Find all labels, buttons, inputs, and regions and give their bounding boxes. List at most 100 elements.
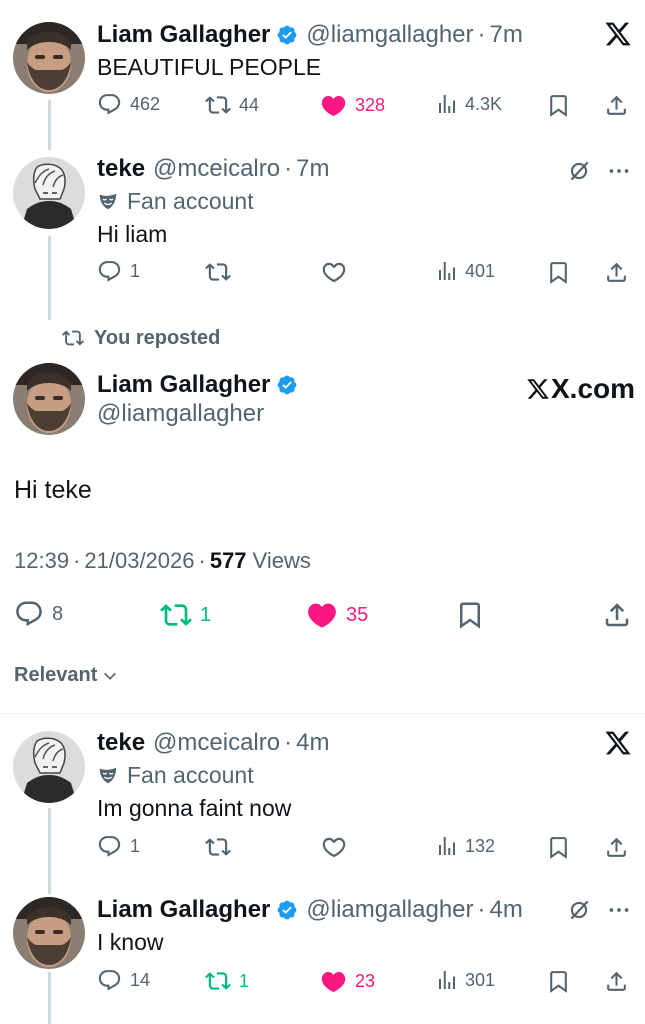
repost-button[interactable]: 1 — [205, 968, 249, 994]
tweet-text: Hi liam — [97, 221, 168, 247]
avatar[interactable] — [13, 22, 85, 94]
fan-account-text: Fan account — [127, 188, 254, 214]
tweet-header: Liam Gallagher @liamgallagher · 7m — [97, 20, 523, 50]
timestamp[interactable]: 7m — [490, 21, 523, 49]
bookmark-icon[interactable] — [546, 969, 571, 994]
repost-button[interactable] — [205, 259, 231, 285]
avatar[interactable] — [13, 157, 85, 229]
heart-filled-icon — [320, 92, 347, 119]
x-logo-icon[interactable] — [604, 729, 632, 757]
reply-button[interactable]: 14 — [97, 968, 150, 993]
tweet-header: teke @mceicalro · 7m — [97, 154, 329, 184]
avatar[interactable] — [13, 897, 85, 969]
handle[interactable]: @liamgallagher — [306, 21, 473, 49]
like-button[interactable]: 35 — [306, 599, 368, 631]
handle[interactable]: @liamgallagher — [306, 896, 473, 924]
views-icon — [435, 834, 459, 858]
reply-count: 462 — [130, 94, 161, 114]
avatar[interactable] — [13, 363, 85, 435]
more-icon[interactable] — [606, 897, 632, 923]
timestamp[interactable]: 4m — [490, 896, 523, 924]
separator-dot: · — [284, 729, 293, 756]
tweet-header: Liam Gallagher @liamgallagher · 4m — [97, 895, 523, 925]
heart-filled-icon — [306, 599, 338, 631]
share-icon[interactable] — [602, 600, 632, 630]
repost-icon — [205, 834, 231, 860]
thread-line — [48, 236, 51, 320]
handle[interactable]: @liamgallagher — [97, 400, 264, 428]
sort-dropdown[interactable]: Relevant — [14, 664, 118, 687]
views-icon — [435, 259, 459, 283]
reply-button[interactable]: 1 — [97, 834, 140, 859]
avatar[interactable] — [13, 731, 85, 803]
views-count: 301 — [465, 969, 496, 990]
repost-banner-text: You reposted — [94, 326, 221, 349]
views-button[interactable]: 132 — [435, 834, 495, 858]
repost-count: 1 — [200, 603, 212, 626]
thread-line — [48, 808, 51, 894]
bookmark-icon[interactable] — [546, 93, 571, 118]
views-button[interactable]: 401 — [435, 259, 495, 283]
display-name[interactable]: Liam Gallagher — [97, 896, 270, 924]
like-count: 328 — [355, 95, 386, 115]
grok-icon[interactable] — [566, 897, 592, 923]
separator-dot: · — [198, 548, 206, 573]
x-logo-icon[interactable] — [604, 20, 632, 48]
tweet-text: I know — [97, 929, 164, 955]
handle[interactable]: @mceicalro — [153, 155, 280, 183]
reply-button[interactable]: 8 — [14, 599, 63, 629]
verified-badge-icon — [276, 899, 298, 921]
mask-icon — [97, 191, 119, 213]
views-count: 4.3K — [465, 93, 503, 114]
like-button[interactable] — [321, 259, 347, 285]
repost-icon — [205, 968, 231, 994]
like-button[interactable]: 23 — [320, 968, 375, 995]
x-logo-icon — [526, 377, 550, 401]
views-button[interactable]: 4.3K — [435, 92, 502, 116]
tweet-text: Im gonna faint now — [97, 795, 292, 821]
share-icon[interactable] — [604, 969, 629, 994]
mask-icon — [97, 765, 119, 787]
tweet-time[interactable]: 12:39 — [14, 548, 69, 574]
timestamp[interactable]: 4m — [296, 729, 329, 757]
share-icon[interactable] — [604, 835, 629, 860]
timestamp[interactable]: 7m — [296, 155, 329, 183]
handle[interactable]: @mceicalro — [153, 729, 280, 757]
reply-icon — [97, 259, 122, 284]
repost-icon — [205, 259, 231, 285]
reply-icon — [97, 834, 122, 859]
reply-button[interactable]: 1 — [97, 259, 140, 284]
like-button[interactable]: 328 — [320, 92, 385, 119]
repost-icon — [205, 92, 231, 118]
views-button[interactable]: 301 — [435, 968, 495, 992]
heart-icon — [321, 834, 347, 860]
separator-dot: · — [477, 21, 486, 48]
bookmark-icon[interactable] — [546, 260, 571, 285]
bookmark-icon[interactable] — [455, 600, 485, 630]
repost-count: 1 — [239, 970, 250, 991]
verified-badge-icon — [276, 374, 298, 396]
display-name[interactable]: Liam Gallagher — [97, 371, 270, 399]
verified-badge-icon — [276, 24, 298, 46]
fan-account-label: Fan account — [97, 762, 254, 789]
bookmark-icon[interactable] — [546, 835, 571, 860]
reply-button[interactable]: 462 — [97, 92, 160, 117]
display-name[interactable]: Liam Gallagher — [97, 21, 270, 49]
more-icon[interactable] — [606, 158, 632, 184]
display-name[interactable]: teke — [97, 729, 145, 757]
tweet-date[interactable]: 21/03/2026 — [84, 548, 194, 574]
like-button[interactable] — [321, 834, 347, 860]
repost-button[interactable] — [205, 834, 231, 860]
display-name[interactable]: teke — [97, 155, 145, 183]
reply-count: 1 — [130, 836, 141, 856]
tweet-header: teke @mceicalro · 4m — [97, 728, 329, 758]
share-icon[interactable] — [604, 93, 629, 118]
like-count: 23 — [355, 971, 376, 991]
reply-count: 8 — [52, 602, 64, 625]
repost-button[interactable]: 1 — [160, 599, 211, 631]
separator-dot: · — [477, 896, 486, 923]
repost-button[interactable]: 44 — [205, 92, 259, 118]
grok-icon[interactable] — [566, 158, 592, 184]
views-count: 401 — [465, 260, 496, 281]
share-icon[interactable] — [604, 260, 629, 285]
